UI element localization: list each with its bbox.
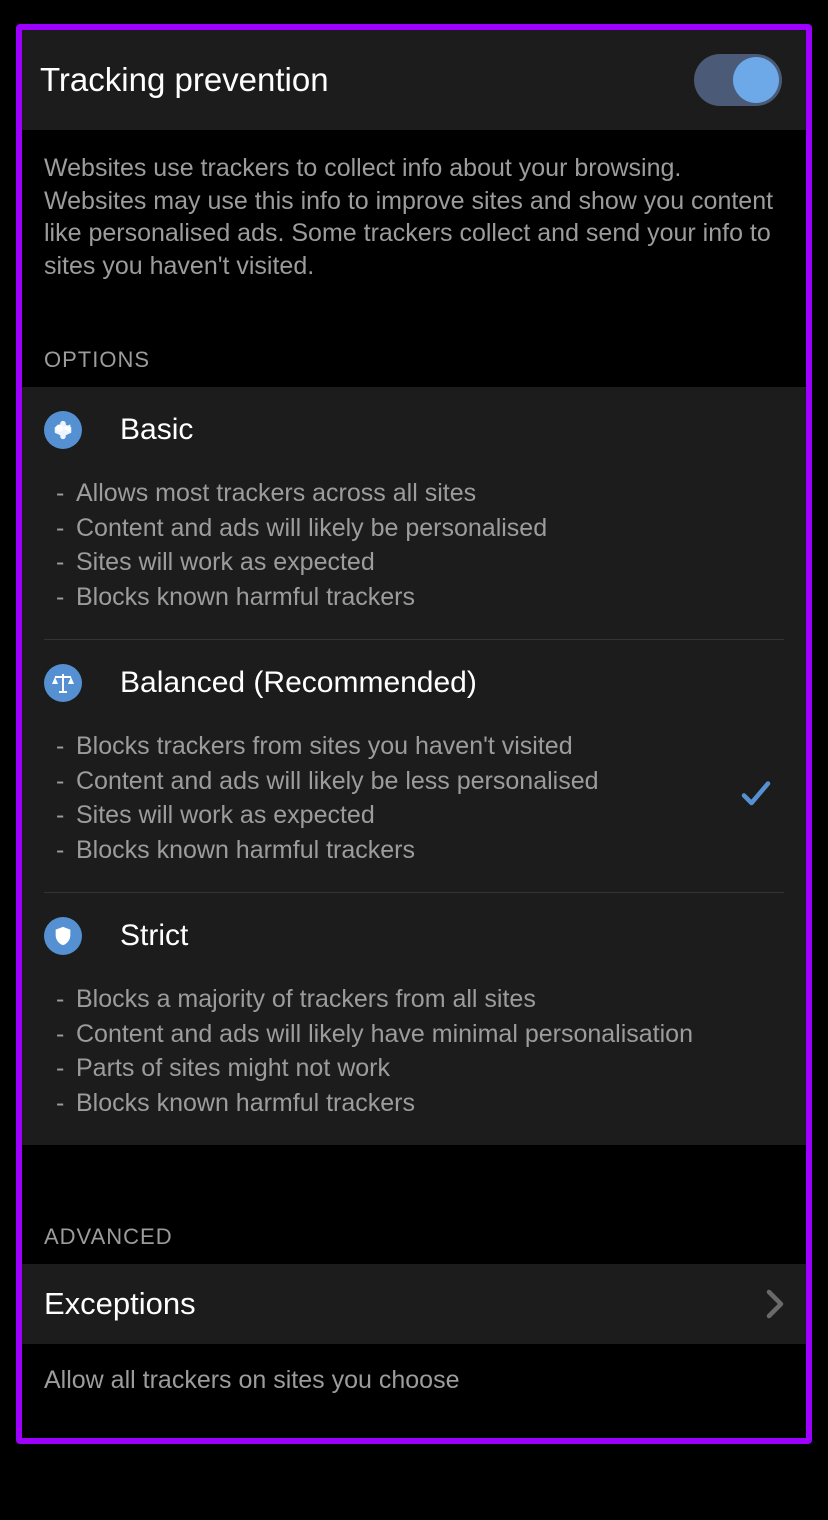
bullet-item: Content and ads will likely be less pers…: [44, 765, 724, 798]
description-block: Websites use trackers to collect info ab…: [22, 130, 806, 292]
option-balanced[interactable]: Balanced (Recommended) Blocks trackers f…: [22, 640, 806, 892]
bullet-item: Sites will work as expected: [44, 799, 724, 832]
shield-icon: [44, 917, 82, 955]
megaphone-icon: [44, 411, 82, 449]
option-title: Strict: [120, 919, 188, 953]
bullet-item: Blocks trackers from sites you haven't v…: [44, 730, 724, 763]
option-strict[interactable]: Strict Blocks a majority of trackers fro…: [22, 893, 806, 1145]
header-bar: Tracking prevention: [22, 30, 806, 130]
bullet-item: Parts of sites might not work: [44, 1052, 724, 1085]
bullet-item: Content and ads will likely have minimal…: [44, 1018, 724, 1051]
bullet-item: Blocks known harmful trackers: [44, 834, 724, 867]
bullet-item: Blocks known harmful trackers: [44, 1087, 724, 1120]
option-header: Strict: [44, 917, 784, 955]
option-bullets: Blocks trackers from sites you haven't v…: [44, 730, 784, 866]
bullet-item: Blocks a majority of trackers from all s…: [44, 983, 724, 1016]
bullet-item: Sites will work as expected: [44, 546, 724, 579]
chevron-right-icon: [766, 1289, 784, 1319]
advanced-section-label: ADVANCED: [22, 1169, 806, 1264]
bullet-item: Content and ads will likely be personali…: [44, 512, 724, 545]
description-text: Websites use trackers to collect info ab…: [44, 152, 784, 282]
option-header: Basic: [44, 411, 784, 449]
option-bullets: Allows most trackers across all sites Co…: [44, 477, 784, 613]
toggle-knob: [733, 57, 779, 103]
option-title: Basic: [120, 413, 193, 447]
bullet-item: Allows most trackers across all sites: [44, 477, 724, 510]
option-title: Balanced (Recommended): [120, 666, 477, 700]
option-bullets: Blocks a majority of trackers from all s…: [44, 983, 784, 1119]
exceptions-label: Exceptions: [44, 1286, 196, 1322]
bullet-item: Blocks known harmful trackers: [44, 581, 724, 614]
scales-icon: [44, 664, 82, 702]
option-header: Balanced (Recommended): [44, 664, 784, 702]
page-title: Tracking prevention: [40, 61, 329, 99]
options-section-label: OPTIONS: [22, 292, 806, 387]
checkmark-icon: [738, 776, 778, 816]
tracking-prevention-toggle[interactable]: [694, 54, 782, 106]
advanced-section: ADVANCED Exceptions Allow all trackers o…: [22, 1145, 806, 1417]
exceptions-description: Allow all trackers on sites you choose: [22, 1344, 806, 1417]
options-list: Basic Allows most trackers across all si…: [22, 387, 806, 1145]
exceptions-row[interactable]: Exceptions: [22, 1264, 806, 1344]
option-basic[interactable]: Basic Allows most trackers across all si…: [22, 387, 806, 639]
